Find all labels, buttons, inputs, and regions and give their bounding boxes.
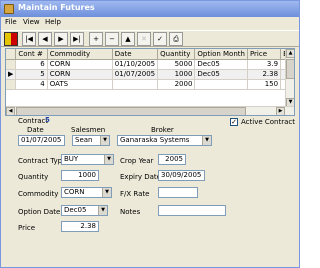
- menu-view[interactable]: View: [23, 18, 40, 26]
- expiry-date-label: Expiry Date: [120, 173, 161, 181]
- table-row-current[interactable]: ▶ 5 CORN 01/07/2005 1000 Dec05 2.38: [6, 69, 294, 80]
- commodity-select[interactable]: CORN ▼: [61, 187, 112, 198]
- menu-bar: File View Help: [1, 17, 299, 29]
- salesmen-select[interactable]: Sean ▼: [72, 135, 110, 146]
- price-label: Price: [18, 224, 36, 232]
- last-record-button[interactable]: ▶|: [70, 32, 84, 46]
- chevron-down-icon[interactable]: ▼: [100, 136, 109, 145]
- crop-year-field[interactable]: 2005: [158, 154, 186, 165]
- column-header-cont[interactable]: Cont #: [15, 49, 48, 60]
- contract-type-label: Contract Type: [18, 157, 67, 165]
- cell-quantity: 1000: [157, 69, 196, 80]
- fx-rate-label: F/X Rate: [120, 190, 150, 198]
- contract-label: Contract: [18, 117, 49, 125]
- table-row[interactable]: 4 OATS 2000 150: [6, 79, 294, 90]
- cell-option-month: Dec05: [194, 59, 248, 70]
- chevron-down-icon[interactable]: ▼: [202, 136, 211, 145]
- app-icon: [4, 4, 14, 14]
- cell-date: [112, 79, 159, 90]
- scroll-right-icon[interactable]: ▶: [276, 107, 285, 115]
- save-button[interactable]: ✓: [153, 32, 167, 46]
- row-selector[interactable]: [6, 59, 17, 70]
- row-selector-header: [6, 49, 17, 60]
- cell-date: 01/07/2005: [112, 69, 159, 80]
- futures-grid[interactable]: Cont # Commodity Date Quantity Option Mo…: [5, 48, 295, 116]
- previous-record-button[interactable]: ◀: [38, 32, 52, 46]
- active-contract-checkbox[interactable]: ✓: [230, 118, 238, 126]
- fx-rate-field[interactable]: [158, 187, 198, 198]
- first-record-button[interactable]: |◀: [22, 32, 36, 46]
- quantity-field[interactable]: 1000: [61, 170, 99, 181]
- contract-number: 5: [45, 116, 50, 124]
- cell-option-month: [194, 79, 248, 90]
- column-header-commodity[interactable]: Commodity: [47, 49, 113, 60]
- column-header-price[interactable]: Price: [247, 49, 282, 60]
- cell-option-month: Dec05: [194, 69, 248, 80]
- cell-date: 01/10/2005: [112, 59, 159, 70]
- cell-price: 3.9: [247, 59, 282, 70]
- option-date-value: Dec05: [64, 206, 87, 214]
- active-contract-label: Active Contract: [241, 118, 295, 126]
- flag-icon[interactable]: [4, 32, 18, 46]
- cell-commodity: CORN: [47, 59, 113, 70]
- vertical-scroll-thumb[interactable]: [286, 59, 294, 79]
- table-row[interactable]: 6 CORN 01/10/2005 5000 Dec05 3.9: [6, 59, 294, 70]
- notes-field[interactable]: [158, 205, 226, 216]
- option-date-select[interactable]: Dec05 ▼: [61, 205, 108, 216]
- contract-type-select[interactable]: BUY ▼: [61, 154, 114, 165]
- cell-commodity: CORN: [47, 69, 113, 80]
- commodity-value: CORN: [64, 188, 85, 196]
- broker-value: Ganaraska Systems: [120, 136, 190, 144]
- price-field[interactable]: 2.38: [61, 221, 99, 232]
- print-button[interactable]: ⎙: [169, 32, 183, 46]
- cell-price: 2.38: [247, 69, 282, 80]
- broker-label: Broker: [151, 126, 174, 134]
- option-date-label: Option Date: [18, 208, 61, 216]
- chevron-down-icon[interactable]: ▼: [104, 155, 113, 164]
- contract-detail-form: Contract 5 ✓ Active Contract Date Salesm…: [1, 116, 299, 267]
- next-record-button[interactable]: ▶: [54, 32, 68, 46]
- current-row-indicator-icon[interactable]: ▶: [6, 69, 17, 80]
- commodity-label: Commodity: [18, 190, 59, 198]
- toolbar: |◀ ◀ ▶ ▶| + − ▲ ✕ ✓ ⎙: [1, 30, 299, 47]
- grid-horizontal-scrollbar[interactable]: ◀ ▶: [6, 106, 294, 115]
- cell-price: 150: [247, 79, 282, 90]
- contract-type-value: BUY: [64, 155, 79, 163]
- title-bar[interactable]: Maintain Futures: [1, 1, 299, 17]
- scroll-left-icon[interactable]: ◀: [6, 107, 15, 115]
- edit-record-button[interactable]: ▲: [121, 32, 135, 46]
- date-field[interactable]: 01/07/2005: [18, 135, 65, 146]
- grid-header-row: Cont # Commodity Date Quantity Option Mo…: [6, 49, 294, 60]
- expiry-date-field[interactable]: 30/09/2005: [158, 170, 205, 181]
- column-header-quantity[interactable]: Quantity: [157, 49, 196, 60]
- chevron-down-icon[interactable]: ▼: [102, 188, 111, 197]
- cancel-button[interactable]: ✕: [137, 32, 151, 46]
- date-label: Date: [27, 126, 44, 134]
- chevron-down-icon[interactable]: ▼: [98, 206, 107, 215]
- delete-record-button[interactable]: −: [105, 32, 119, 46]
- cell-cont: 6: [15, 59, 48, 70]
- cell-quantity: 5000: [157, 59, 196, 70]
- salesmen-value: Sean: [75, 136, 93, 144]
- salesmen-label: Salesmen: [71, 126, 106, 134]
- grid-vertical-scrollbar[interactable]: ▲ ▼: [285, 49, 294, 107]
- cell-cont: 4: [15, 79, 48, 90]
- add-record-button[interactable]: +: [89, 32, 103, 46]
- maintain-futures-window: Maintain Futures File View Help |◀ ◀ ▶ ▶…: [0, 0, 300, 268]
- broker-select[interactable]: Ganaraska Systems ▼: [117, 135, 212, 146]
- column-header-option-month[interactable]: Option Month: [194, 49, 248, 60]
- cell-quantity: 2000: [157, 79, 196, 90]
- scroll-up-icon[interactable]: ▲: [286, 49, 294, 58]
- crop-year-label: Crop Year: [120, 157, 154, 165]
- row-selector[interactable]: [6, 79, 17, 90]
- window-title: Maintain Futures: [18, 3, 95, 12]
- column-header-date[interactable]: Date: [112, 49, 159, 60]
- cell-commodity: OATS: [47, 79, 113, 90]
- notes-label: Notes: [120, 208, 141, 216]
- cell-cont: 5: [15, 69, 48, 80]
- horizontal-scroll-thumb[interactable]: [16, 107, 246, 115]
- menu-help[interactable]: Help: [45, 18, 61, 26]
- quantity-label: Quantity: [18, 173, 49, 181]
- menu-file[interactable]: File: [5, 18, 17, 26]
